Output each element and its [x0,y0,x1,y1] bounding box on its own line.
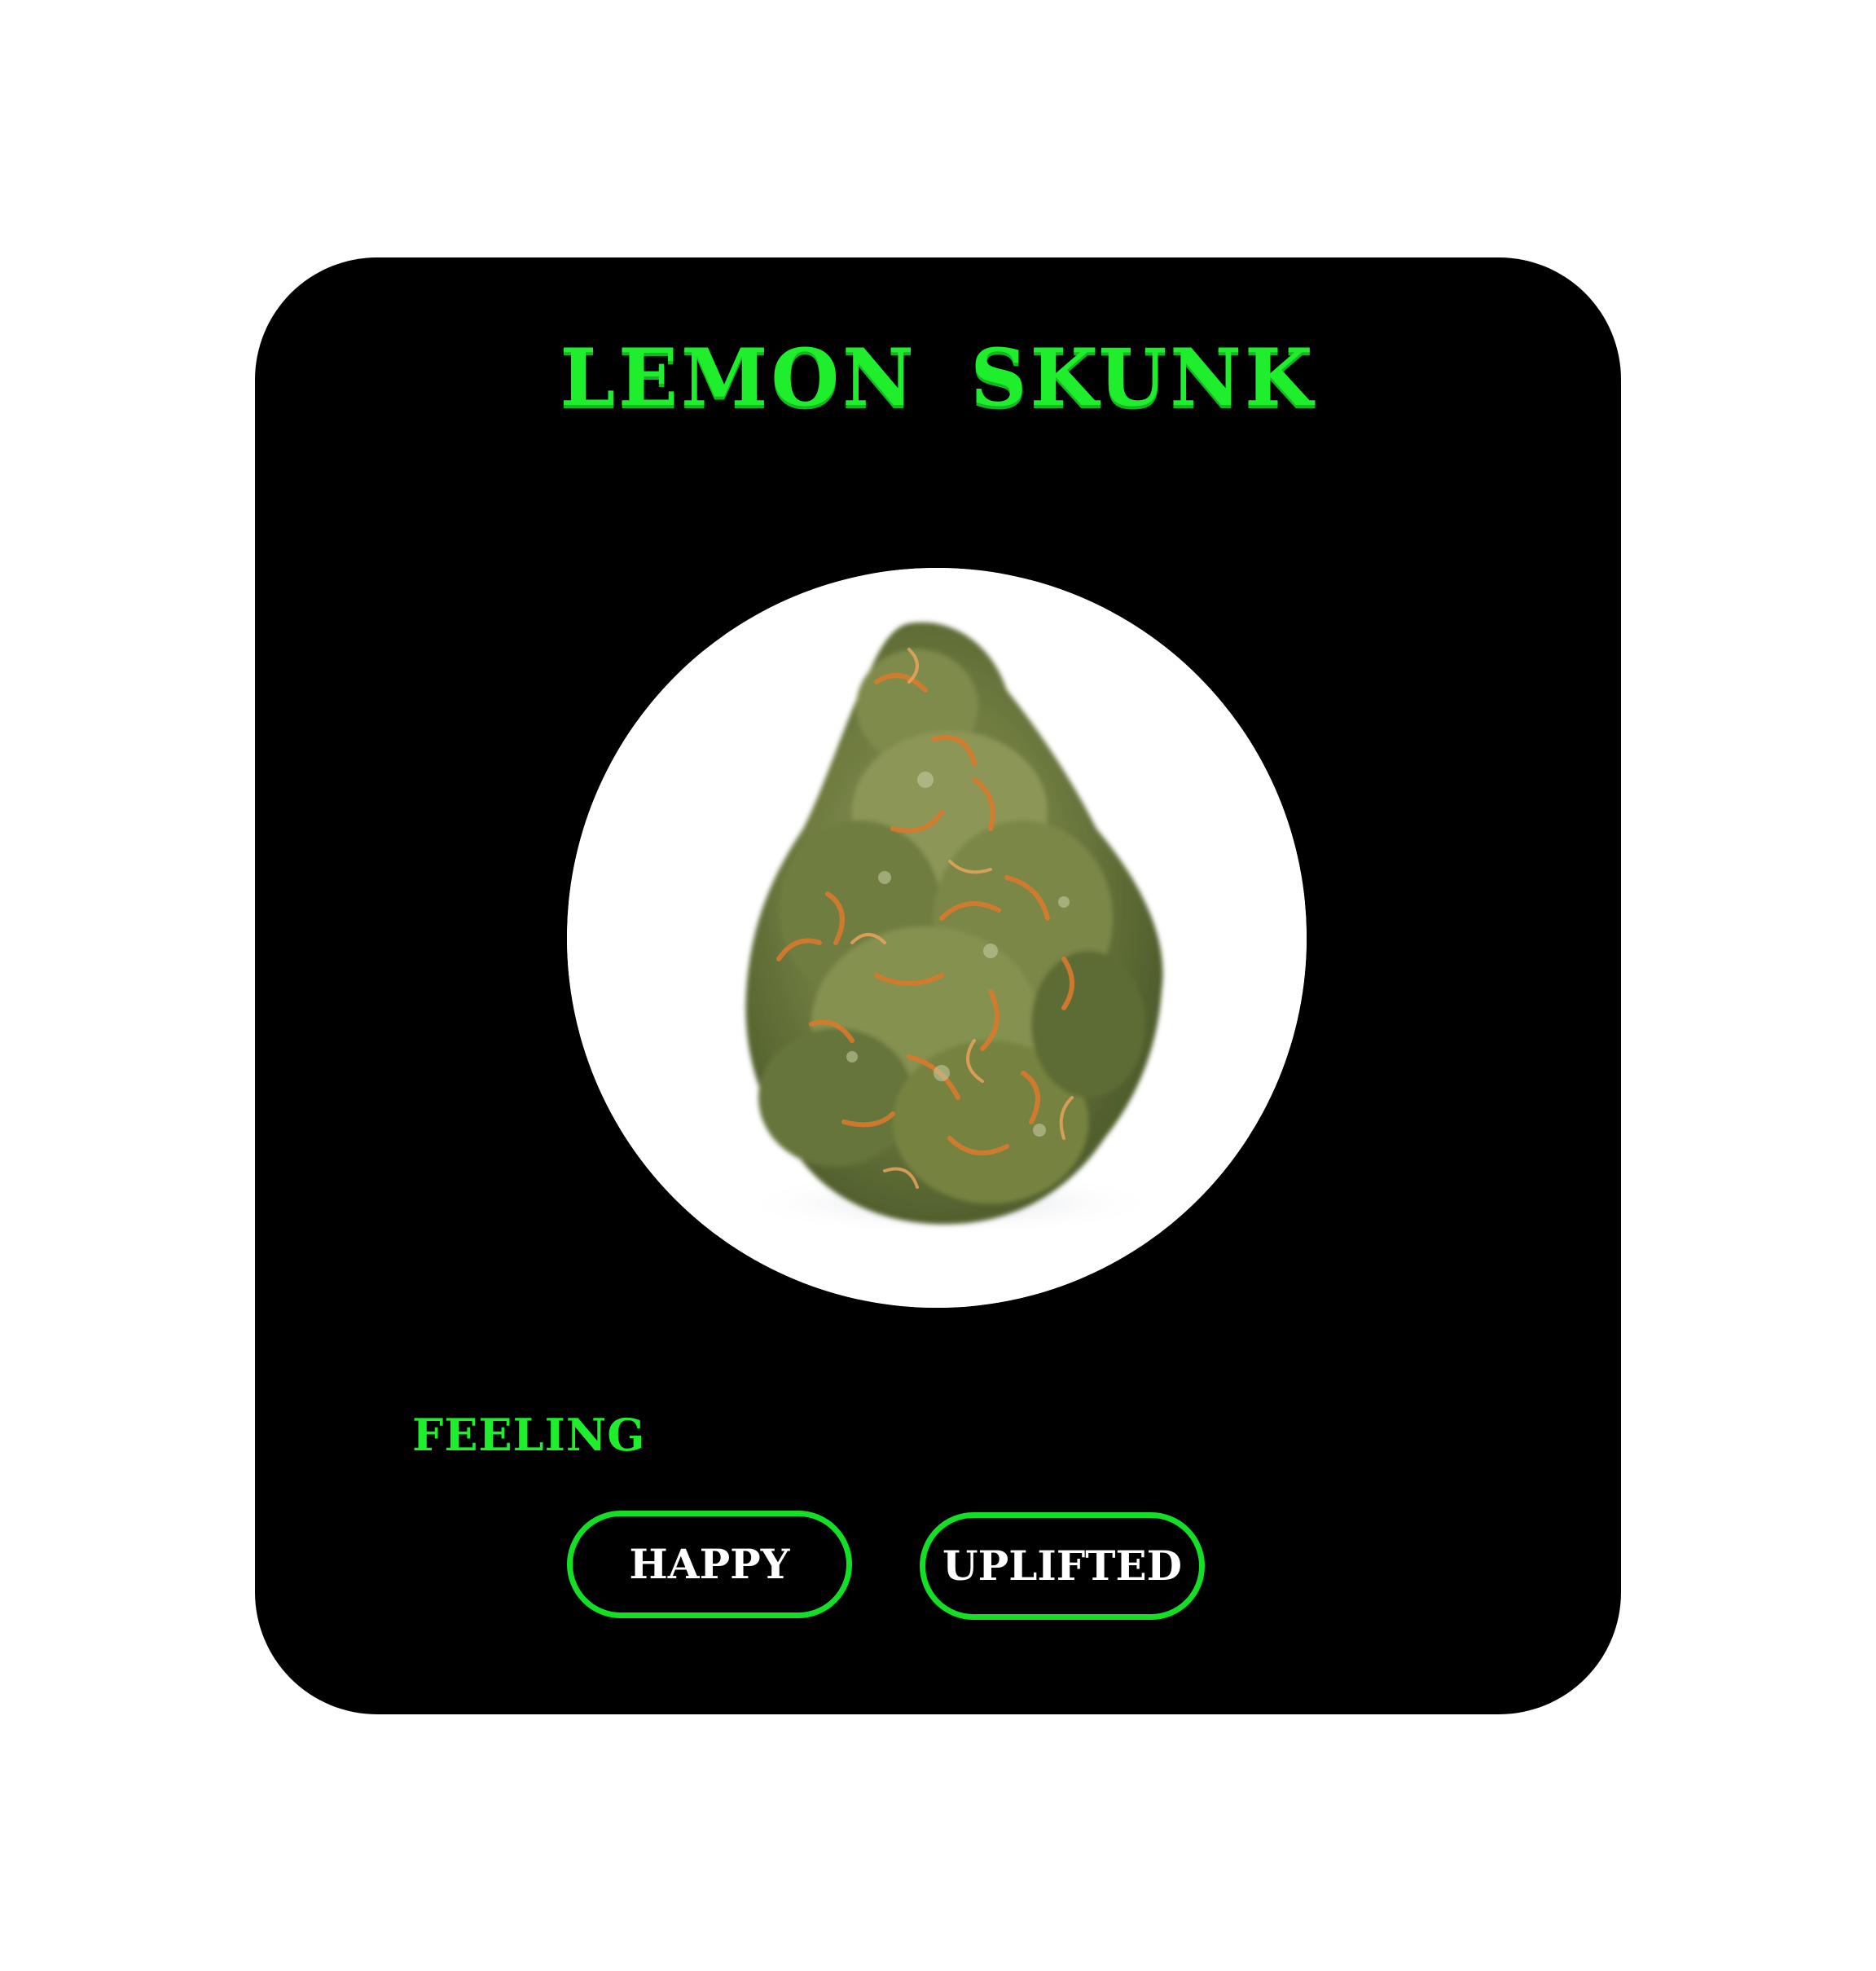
feeling-label: FEELING [412,1409,646,1461]
strain-photo [567,568,1307,1308]
tag-happy[interactable]: HAPPY [567,1511,852,1618]
tag-uplifted[interactable]: UPLIFTED [920,1512,1205,1620]
strain-title: LEMON SKUNK [560,332,1316,424]
cannabis-bud-illustration [567,568,1307,1308]
strain-card: LEMON SKUNK FEELING HAPPY UPLIFTED [255,257,1621,1714]
